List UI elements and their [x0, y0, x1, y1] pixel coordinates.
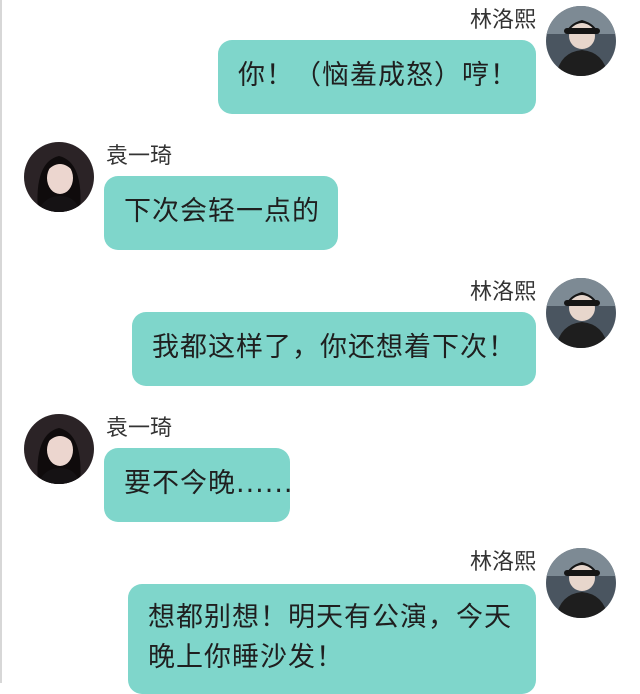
- message-bubble[interactable]: 想都别想！明天有公演，今天晚上你睡沙发！: [128, 584, 536, 694]
- self-avatar-icon[interactable]: [546, 548, 616, 618]
- message-text: 我都这样了，你还想着下次！: [152, 332, 516, 363]
- sender-name: 袁一琦: [106, 144, 173, 169]
- self-avatar-icon[interactable]: [546, 6, 616, 76]
- message-text: 下次会轻一点的: [124, 196, 320, 227]
- message-bubble[interactable]: 下次会轻一点的: [104, 176, 338, 250]
- message-bubble[interactable]: 你！（恼羞成怒）哼！: [218, 40, 536, 114]
- message-text: 想都别想！明天有公演，今天晚上你睡沙发！: [148, 602, 512, 673]
- sender-name: 袁一琦: [106, 416, 173, 441]
- self-avatar-icon[interactable]: [546, 278, 616, 348]
- sender-name: 林洛熙: [469, 550, 536, 575]
- message-bubble[interactable]: 要不今晚......: [104, 448, 293, 522]
- message-text: 你！（恼羞成怒）哼！: [238, 60, 518, 91]
- message-text: 要不今晚......: [124, 468, 294, 499]
- left-edge-divider: [0, 0, 2, 683]
- other-avatar-icon[interactable]: [24, 142, 94, 212]
- message-bubble[interactable]: 我都这样了，你还想着下次！: [132, 312, 536, 386]
- sender-name: 林洛熙: [469, 8, 536, 33]
- other-avatar-icon[interactable]: [24, 414, 94, 484]
- sender-name: 林洛熙: [469, 280, 536, 305]
